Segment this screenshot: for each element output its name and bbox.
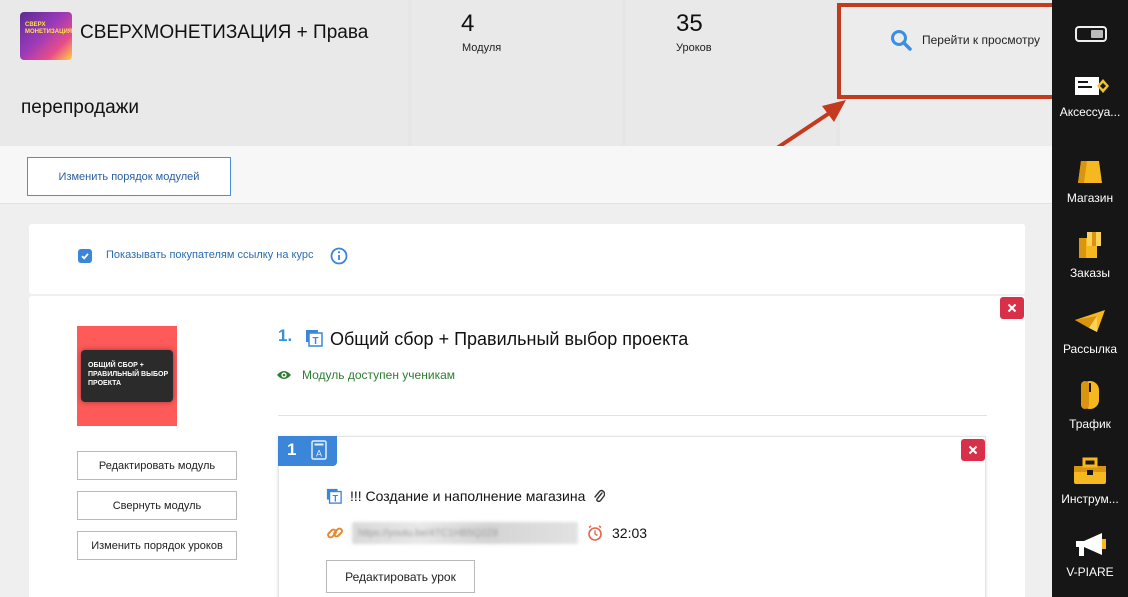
sidebar-item-label: Инструм... <box>1061 492 1119 506</box>
megaphone-icon <box>1076 533 1106 556</box>
module-status-label: Модуль доступен ученикам <box>302 368 455 382</box>
svg-text:T: T <box>312 336 318 347</box>
close-icon <box>968 445 978 455</box>
svg-text:T: T <box>333 493 339 503</box>
close-icon <box>1007 303 1017 313</box>
sidebar-item-orders[interactable]: Заказы <box>1052 228 1128 280</box>
course-title-cell: СВЕРХ МОНЕТИЗАЦИЯ СВЕРХМОНЕТИЗАЦИЯ + Пра… <box>0 0 408 146</box>
lesson-title: !!! Создание и наполнение магазина <box>350 488 586 504</box>
module-number: 1. <box>278 326 293 345</box>
sidebar-item-label: Аксессуа... <box>1059 105 1121 119</box>
text-lesson-icon: T <box>326 488 342 504</box>
right-sidebar: Аксессуа... Магазин Заказы Рассылка Траф… <box>1052 0 1128 597</box>
module-title: Общий сбор + Правильный выбор проекта <box>330 329 689 349</box>
sidebar-toggle[interactable] <box>1075 26 1107 42</box>
course-link-card: Показывать покупателям ссылку на курс <box>29 224 1025 294</box>
sidebar-item-tools[interactable]: Инструм... <box>1052 456 1128 506</box>
paperclip-icon <box>594 489 606 503</box>
collapse-module-button[interactable]: Свернуть модуль <box>77 491 237 520</box>
lesson-duration: 32:03 <box>612 525 648 541</box>
course-title: СВЕРХМОНЕТИЗАЦИЯ + Права <box>80 22 369 43</box>
lesson-title-row: T !!! Создание и наполнение магазина <box>326 488 606 504</box>
reorder-modules-button[interactable]: Изменить порядок модулей <box>27 157 231 196</box>
delete-lesson-button[interactable] <box>961 439 985 461</box>
sidebar-item-label: Магазин <box>1066 191 1114 205</box>
lesson-card: 1 A T !!! Создание и наполнение магазина <box>278 436 986 597</box>
module-divider <box>278 415 987 416</box>
alarm-clock-icon <box>588 525 602 541</box>
sidebar-item-label: V-PIARE <box>1066 565 1114 579</box>
check-icon <box>81 253 89 260</box>
lessons-count: 35 <box>676 10 703 37</box>
toolbox-icon <box>1074 457 1106 484</box>
traffic-mouse-icon <box>1081 381 1099 409</box>
modules-count: 4 <box>461 10 475 37</box>
course-thumbnail-text: СВЕРХ МОНЕТИЗАЦИЯ <box>25 22 73 35</box>
modules-toolbar: Изменить порядок модулей <box>0 146 1052 204</box>
eye-icon <box>277 371 291 379</box>
module-thumbnail: ОБЩИЙ СБОР + ПРАВИЛЬНЫЙ ВЫБОР ПРОЕКТА <box>77 326 177 426</box>
sidebar-item-vpiare[interactable]: V-PIARE <box>1052 531 1128 579</box>
sidebar-item-shop[interactable]: Магазин <box>1052 153 1128 205</box>
modules-count-cell: 4 Модуля <box>412 0 622 146</box>
sidebar-item-label: Трафик <box>1069 417 1111 431</box>
lesson-url-row: https://youtu.be/4TC1HB5Q2Z8 32:03 <box>326 522 647 544</box>
edit-lesson-button[interactable]: Редактировать урок <box>326 560 475 593</box>
sidebar-item-label: Заказы <box>1069 266 1111 280</box>
show-link-checkbox[interactable] <box>78 249 92 263</box>
lesson-tab: 1 A <box>278 436 337 466</box>
edit-module-button[interactable]: Редактировать модуль <box>77 451 237 480</box>
svg-text:A: A <box>316 449 322 459</box>
sidebar-item-traffic[interactable]: Трафик <box>1052 379 1128 431</box>
sidebar-item-mailing[interactable]: Рассылка <box>1052 306 1128 356</box>
module-status: Модуль доступен ученикам <box>276 368 455 382</box>
link-icon <box>327 527 343 539</box>
modules-count-label: Модуля <box>462 42 502 54</box>
lessons-count-label: Уроков <box>676 42 712 54</box>
delete-module-button[interactable] <box>1000 297 1024 319</box>
module-thumbnail-text: ОБЩИЙ СБОР + ПРАВИЛЬНЫЙ ВЫБОР ПРОЕКТА <box>88 362 169 387</box>
reorder-lessons-button[interactable]: Изменить порядок уроков <box>77 531 237 560</box>
accessories-icon <box>1075 77 1109 95</box>
lesson-number: 1 <box>287 440 297 459</box>
info-icon[interactable] <box>330 247 348 265</box>
orders-icon <box>1079 232 1101 258</box>
lesson-document-icon: A <box>311 440 327 460</box>
course-header: СВЕРХ МОНЕТИЗАЦИЯ СВЕРХМОНЕТИЗАЦИЯ + Пра… <box>0 0 1058 146</box>
sidebar-item-accessories[interactable]: Аксессуа... <box>1052 73 1128 119</box>
sidebar-item-label: Рассылка <box>1062 342 1118 356</box>
annotation-highlight-box <box>837 3 1058 99</box>
show-link-label[interactable]: Показывать покупателям ссылку на курс <box>106 249 313 261</box>
text-module-icon: T <box>306 330 323 347</box>
lesson-video-url[interactable]: https://youtu.be/4TC1HB5Q2Z8 <box>352 522 578 544</box>
module-card: ОБЩИЙ СБОР + ПРАВИЛЬНЫЙ ВЫБОР ПРОЕКТА Ре… <box>29 296 1025 597</box>
course-thumbnail: СВЕРХ МОНЕТИЗАЦИЯ <box>20 12 72 60</box>
mailing-icon <box>1075 310 1105 332</box>
course-title-continued: перепродажи <box>21 97 139 118</box>
shopping-bag-icon <box>1078 153 1102 183</box>
